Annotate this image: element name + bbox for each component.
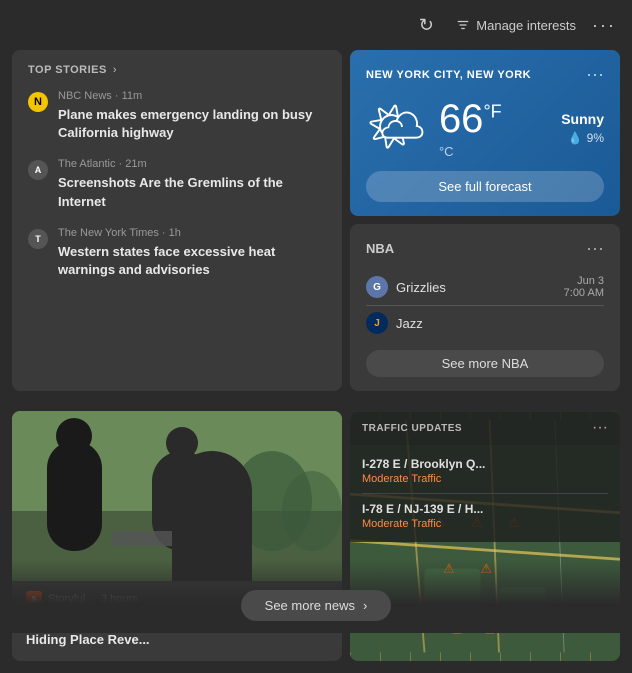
news-content-2: The Atlantic · 21m Screenshots Are the G… bbox=[58, 158, 326, 210]
news-item-1[interactable]: N NBC News · 11m Plane makes emergency l… bbox=[28, 90, 326, 142]
game-date-time: Jun 3 7:00 AM bbox=[564, 275, 604, 299]
jazz-icon: J bbox=[366, 312, 388, 334]
weather-more-button[interactable]: ··· bbox=[586, 64, 604, 85]
weather-rain: 💧 9% bbox=[561, 131, 604, 145]
header: ↻ Manage interests ··· bbox=[0, 0, 632, 50]
news-title-3: Western states face excessive heat warni… bbox=[58, 243, 326, 279]
see-more-chevron-icon: › bbox=[363, 598, 367, 613]
nba-more-button[interactable]: ··· bbox=[586, 238, 604, 259]
top-stories-header[interactable]: TOP STORIES › bbox=[28, 64, 326, 76]
see-full-forecast-button[interactable]: See full forecast bbox=[366, 171, 604, 202]
traffic-label: TRAFFIC UPDATES bbox=[362, 423, 462, 434]
weather-condition: Sunny bbox=[561, 111, 604, 127]
weather-temp-celsius: °C bbox=[439, 144, 502, 159]
top-stories-card: TOP STORIES › N NBC News · 11m Plane mak… bbox=[12, 50, 342, 391]
grizzlies-team: G Grizzlies bbox=[366, 276, 446, 298]
see-more-news-button[interactable]: See more news › bbox=[241, 590, 392, 621]
weather-left: 🌤 66°F °C bbox=[366, 97, 502, 159]
grizzlies-icon: G bbox=[366, 276, 388, 298]
more-options-button[interactable]: ··· bbox=[592, 15, 616, 36]
refresh-button[interactable]: ↻ bbox=[412, 11, 440, 39]
weather-body: 🌤 66°F °C Sunny 💧 9% bbox=[366, 97, 604, 159]
traffic-items: I-278 E / Brooklyn Q... Moderate Traffic… bbox=[350, 445, 620, 542]
weather-temperature: 66°F bbox=[439, 97, 502, 142]
nba-label: NBA bbox=[366, 241, 394, 256]
manage-interests-button[interactable]: Manage interests bbox=[456, 18, 576, 33]
atlantic-icon: A bbox=[28, 160, 48, 180]
traffic-route-2: I-78 E / NJ-139 E / H... bbox=[362, 502, 608, 516]
news-meta-3: The New York Times · 1h bbox=[58, 227, 326, 239]
news-title-1: Plane makes emergency landing on busy Ca… bbox=[58, 106, 326, 142]
traffic-more-button[interactable]: ··· bbox=[592, 419, 608, 437]
traffic-header-bar: TRAFFIC UPDATES ··· bbox=[350, 411, 620, 445]
see-more-news-container: See more news › bbox=[0, 560, 632, 633]
weather-temp-group: 66°F °C bbox=[439, 97, 502, 159]
nyt-icon: T bbox=[28, 229, 48, 249]
nba-card: NBA ··· G Grizzlies Jun 3 7:00 AM J Jazz… bbox=[350, 224, 620, 391]
weather-city: NEW YORK CITY, NEW YORK bbox=[366, 69, 531, 81]
news-content-1: NBC News · 11m Plane makes emergency lan… bbox=[58, 90, 326, 142]
news-content-3: The New York Times · 1h Western states f… bbox=[58, 227, 326, 279]
weather-card: NEW YORK CITY, NEW YORK ··· 🌤 66°F °C Su… bbox=[350, 50, 620, 216]
traffic-status-1: Moderate Traffic bbox=[362, 473, 608, 485]
story-image bbox=[12, 411, 342, 581]
traffic-route-1: I-278 E / Brooklyn Q... bbox=[362, 457, 608, 471]
news-item-2[interactable]: A The Atlantic · 21m Screenshots Are the… bbox=[28, 158, 326, 210]
news-meta-2: The Atlantic · 21m bbox=[58, 158, 326, 170]
rain-drop-icon: 💧 bbox=[568, 131, 583, 145]
top-stories-label: TOP STORIES bbox=[28, 64, 107, 76]
nba-jazz-row: J Jazz bbox=[366, 306, 604, 340]
traffic-item-2: I-78 E / NJ-139 E / H... Moderate Traffi… bbox=[362, 496, 608, 536]
traffic-divider bbox=[362, 493, 608, 494]
nbc-icon: N bbox=[28, 92, 48, 112]
weather-right: Sunny 💧 9% bbox=[561, 111, 604, 145]
weather-sun-icon: 🌤 bbox=[366, 104, 427, 152]
news-meta-1: NBC News · 11m bbox=[58, 90, 326, 102]
weather-header: NEW YORK CITY, NEW YORK ··· bbox=[366, 64, 604, 85]
top-stories-chevron: › bbox=[113, 64, 117, 76]
traffic-item-1: I-278 E / Brooklyn Q... Moderate Traffic bbox=[362, 451, 608, 491]
nba-game-row: G Grizzlies Jun 3 7:00 AM bbox=[366, 269, 604, 306]
news-item-3[interactable]: T The New York Times · 1h Western states… bbox=[28, 227, 326, 279]
main-grid: TOP STORIES › N NBC News · 11m Plane mak… bbox=[0, 50, 632, 411]
bottom-grid: S Storyful · 3 hours Magician's Illusion… bbox=[0, 411, 632, 673]
news-title-2: Screenshots Are the Gremlins of the Inte… bbox=[58, 174, 326, 210]
traffic-status-2: Moderate Traffic bbox=[362, 518, 608, 530]
see-more-nba-button[interactable]: See more NBA bbox=[366, 350, 604, 377]
jazz-team: J Jazz bbox=[366, 312, 423, 334]
nba-header: NBA ··· bbox=[366, 238, 604, 259]
